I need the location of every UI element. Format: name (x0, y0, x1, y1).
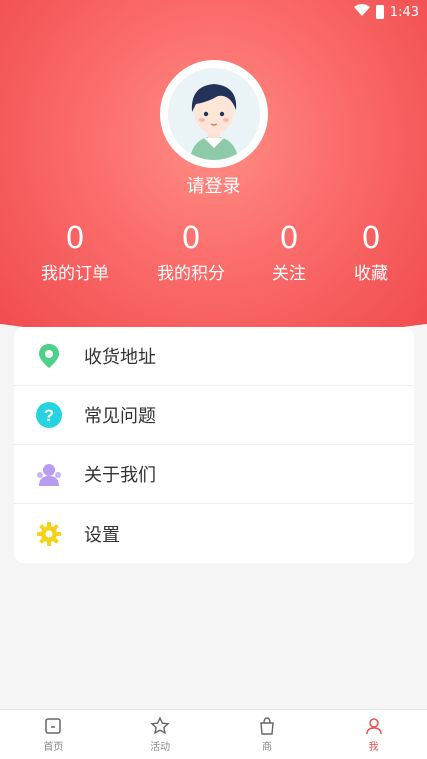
stats-row: 0 我的订单 0 我的积分 0 关注 0 收藏 (0, 220, 427, 290)
login-link[interactable]: 请登录 (0, 172, 427, 198)
tab-shop[interactable]: 商 (214, 710, 321, 759)
tab-label: 首页 (43, 742, 64, 753)
stat-favorites[interactable]: 0 收藏 (346, 220, 396, 288)
menu-item-faq[interactable]: ? 常见问题 (14, 386, 414, 445)
bottom-tab-bar: 首页 活动 商 我 (0, 709, 427, 759)
menu-card: 收货地址 ? 常见问题 关于我们 设置 (14, 327, 414, 563)
avatar-illustration (168, 68, 260, 160)
tab-profile[interactable]: 我 (320, 710, 427, 759)
home-icon (43, 716, 63, 736)
status-bar: 1:43 (0, 0, 427, 24)
menu-item-address[interactable]: 收货地址 (14, 327, 414, 386)
stat-label: 关注 (272, 264, 306, 284)
bag-icon (257, 716, 277, 736)
svg-text:?: ? (44, 406, 54, 425)
tab-activity[interactable]: 活动 (107, 710, 214, 759)
gear-icon (36, 521, 62, 547)
tab-label: 我 (368, 742, 379, 753)
user-icon (364, 716, 384, 736)
tab-home[interactable]: 首页 (0, 710, 107, 759)
wifi-icon (353, 4, 370, 20)
menu-item-label: 收货地址 (84, 347, 156, 368)
stat-label: 我的积分 (157, 264, 225, 284)
stat-label: 收藏 (354, 264, 388, 284)
stat-points[interactable]: 0 我的积分 (152, 220, 230, 288)
tab-label: 活动 (150, 742, 171, 753)
tab-label: 商 (261, 742, 272, 753)
group-icon (36, 461, 62, 487)
question-icon: ? (36, 402, 62, 428)
avatar[interactable] (160, 60, 268, 168)
stat-value: 0 (65, 221, 85, 256)
menu-item-settings[interactable]: 设置 (14, 504, 414, 563)
star-icon (150, 716, 170, 736)
battery-icon (375, 5, 384, 19)
location-pin-icon (36, 343, 62, 369)
status-time: 1:43 (389, 4, 419, 20)
stat-orders[interactable]: 0 我的订单 (36, 220, 114, 288)
menu-item-label: 关于我们 (84, 465, 156, 486)
menu-item-about[interactable]: 关于我们 (14, 445, 414, 504)
stat-value: 0 (361, 221, 381, 256)
stat-value: 0 (181, 221, 201, 256)
stat-label: 我的订单 (41, 264, 109, 284)
stat-following[interactable]: 0 关注 (264, 220, 314, 288)
menu-item-label: 常见问题 (84, 406, 156, 427)
menu-item-label: 设置 (84, 524, 120, 546)
stat-value: 0 (279, 221, 299, 256)
